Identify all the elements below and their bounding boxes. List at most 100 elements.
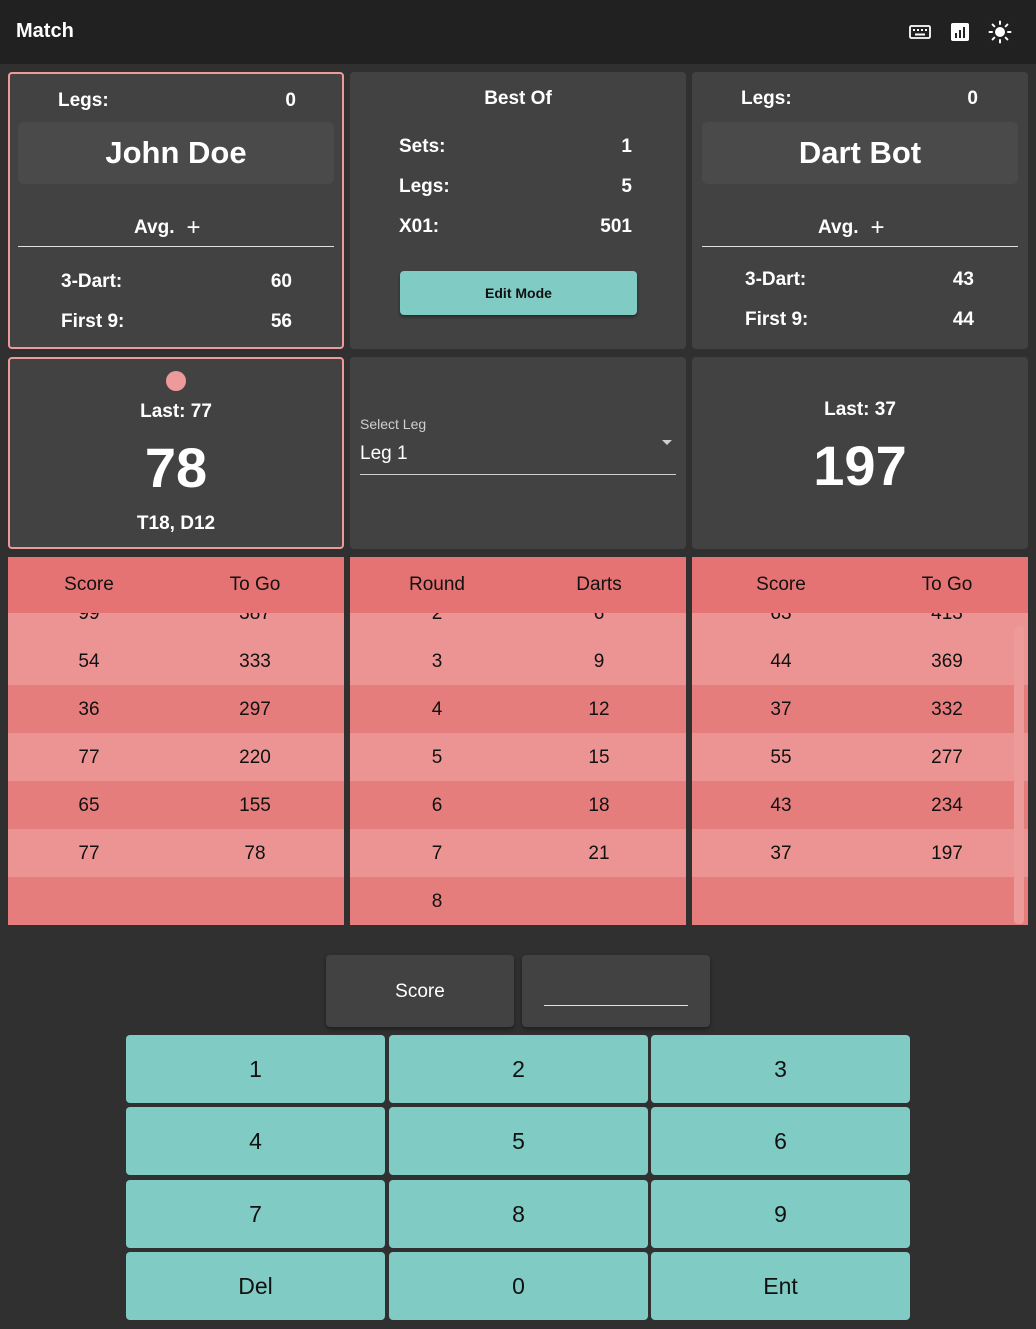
legs-label: Legs: — [399, 176, 450, 197]
table-row: 37 332 — [692, 685, 1028, 733]
key-1[interactable]: 1 — [126, 1035, 385, 1103]
app-bar: Match — [0, 0, 1036, 64]
column-header-to-go: To Go — [921, 574, 973, 595]
cell-darts: 18 — [588, 795, 610, 816]
table-header: Score To Go — [8, 557, 344, 613]
input-underline — [544, 1005, 688, 1006]
cell-round: 5 — [431, 747, 443, 768]
legs-value: 0 — [967, 88, 978, 109]
cell-darts: 15 — [588, 747, 610, 768]
delete-button[interactable]: Del — [126, 1252, 385, 1320]
cell-round: 3 — [431, 651, 443, 672]
cell-darts: 21 — [588, 843, 610, 864]
cell-score: 54 — [78, 651, 100, 672]
column-header-to-go: To Go — [229, 574, 281, 595]
column-header-score: Score — [64, 574, 114, 595]
table-row: 4 12 — [350, 685, 686, 733]
checkout-suggestion: T18, D12 — [136, 513, 216, 534]
cell-round: 6 — [431, 795, 443, 816]
first9-avg-label: First 9: — [745, 309, 809, 330]
avg-label: Avg. — [134, 217, 175, 238]
player1-card[interactable]: Legs: 0 John Doe Avg. + 3-Dart: 60 First… — [8, 72, 344, 349]
score-label: Score — [395, 981, 445, 1002]
last-score: Last: 37 — [824, 399, 896, 420]
cell-round: 8 — [431, 891, 443, 912]
enter-button[interactable]: Ent — [651, 1252, 910, 1320]
cell-score: 55 — [770, 747, 792, 768]
player2-card[interactable]: Legs: 0 Dart Bot Avg. + 3-Dart: 43 First… — [692, 72, 1028, 349]
avg-toggle[interactable]: Avg. + — [818, 214, 884, 242]
key-4[interactable]: 4 — [126, 1107, 385, 1175]
divider — [18, 246, 334, 247]
player-name: John Doe — [18, 122, 334, 184]
stats-icon[interactable] — [948, 20, 972, 44]
column-header-score: Score — [756, 574, 806, 595]
table-row: 44 369 — [692, 637, 1028, 685]
divider — [702, 246, 1018, 247]
cell-score: 36 — [78, 699, 100, 720]
key-3[interactable]: 3 — [651, 1035, 910, 1103]
sets-label: Sets: — [399, 136, 446, 157]
active-turn-indicator — [166, 371, 186, 391]
last-score: Last: 77 — [140, 401, 212, 422]
cell-to-go: 234 — [931, 795, 963, 816]
select-leg-value[interactable]: Leg 1 — [360, 443, 408, 465]
cell-score: 65 — [78, 795, 100, 816]
player1-score-table[interactable]: Score To Go 99 387 54 333 36 297 77 220 … — [8, 557, 344, 925]
dropdown-arrow-icon[interactable] — [662, 440, 672, 445]
key-8[interactable]: 8 — [389, 1180, 648, 1248]
cell-score: 77 — [78, 843, 100, 864]
cell-darts: 12 — [588, 699, 610, 720]
key-5[interactable]: 5 — [389, 1107, 648, 1175]
rounds-table[interactable]: Round Darts 2 6 3 9 4 12 5 15 6 18 7 21 … — [350, 557, 686, 925]
three-dart-avg-value: 43 — [952, 269, 974, 290]
table-header: Round Darts — [350, 557, 686, 613]
page-title: Match — [16, 20, 74, 42]
cell-to-go: 332 — [931, 699, 963, 720]
best-of-card: Best Of Sets: 1 Legs: 5 X01: 501 Edit Mo… — [350, 72, 686, 349]
table-scrollbar[interactable] — [1014, 626, 1024, 924]
table-row: 37 197 — [692, 829, 1028, 877]
brightness-icon[interactable] — [988, 20, 1012, 44]
table-row: 65 155 — [8, 781, 344, 829]
cell-darts: 9 — [593, 651, 605, 672]
column-header-round: Round — [409, 574, 465, 595]
cell-to-go: 78 — [244, 843, 266, 864]
three-dart-avg-value: 60 — [270, 271, 292, 292]
score-input-box[interactable] — [522, 955, 710, 1027]
keyboard-icon[interactable] — [908, 20, 932, 44]
table-row: 55 277 — [692, 733, 1028, 781]
table-row — [8, 877, 344, 925]
legs-label: Legs: — [58, 90, 109, 111]
key-0[interactable]: 0 — [389, 1252, 648, 1320]
cell-score: 77 — [78, 747, 100, 768]
table-row: 43 234 — [692, 781, 1028, 829]
cell-score: 37 — [770, 843, 792, 864]
player-name: Dart Bot — [702, 122, 1018, 184]
table-row: 7 21 — [350, 829, 686, 877]
legs-value: 5 — [621, 176, 632, 197]
remaining-score: 78 — [144, 436, 208, 499]
table-row: 36 297 — [8, 685, 344, 733]
best-of-title: Best Of — [484, 88, 552, 109]
first9-avg-label: First 9: — [61, 311, 125, 332]
legs-label: Legs: — [741, 88, 792, 109]
key-9[interactable]: 9 — [651, 1180, 910, 1248]
player2-status-card: Last: 37 197 — [692, 357, 1028, 549]
cell-to-go: 333 — [239, 651, 271, 672]
player2-score-table[interactable]: Score To Go 63 413 44 369 37 332 55 277 … — [692, 557, 1028, 925]
edit-mode-button[interactable]: Edit Mode — [400, 271, 637, 315]
key-7[interactable]: 7 — [126, 1180, 385, 1248]
key-2[interactable]: 2 — [389, 1035, 648, 1103]
key-6[interactable]: 6 — [651, 1107, 910, 1175]
sets-value: 1 — [621, 136, 632, 157]
leg-select-card: Select Leg Leg 1 — [350, 357, 686, 549]
first9-avg-value: 56 — [270, 311, 292, 332]
x01-value: 501 — [600, 216, 632, 237]
expand-icon[interactable]: + — [870, 214, 884, 242]
avg-toggle[interactable]: Avg. + — [134, 214, 200, 242]
expand-icon[interactable]: + — [186, 214, 200, 242]
cell-to-go: 220 — [239, 747, 271, 768]
cell-score: 37 — [770, 699, 792, 720]
avg-label: Avg. — [818, 217, 859, 238]
